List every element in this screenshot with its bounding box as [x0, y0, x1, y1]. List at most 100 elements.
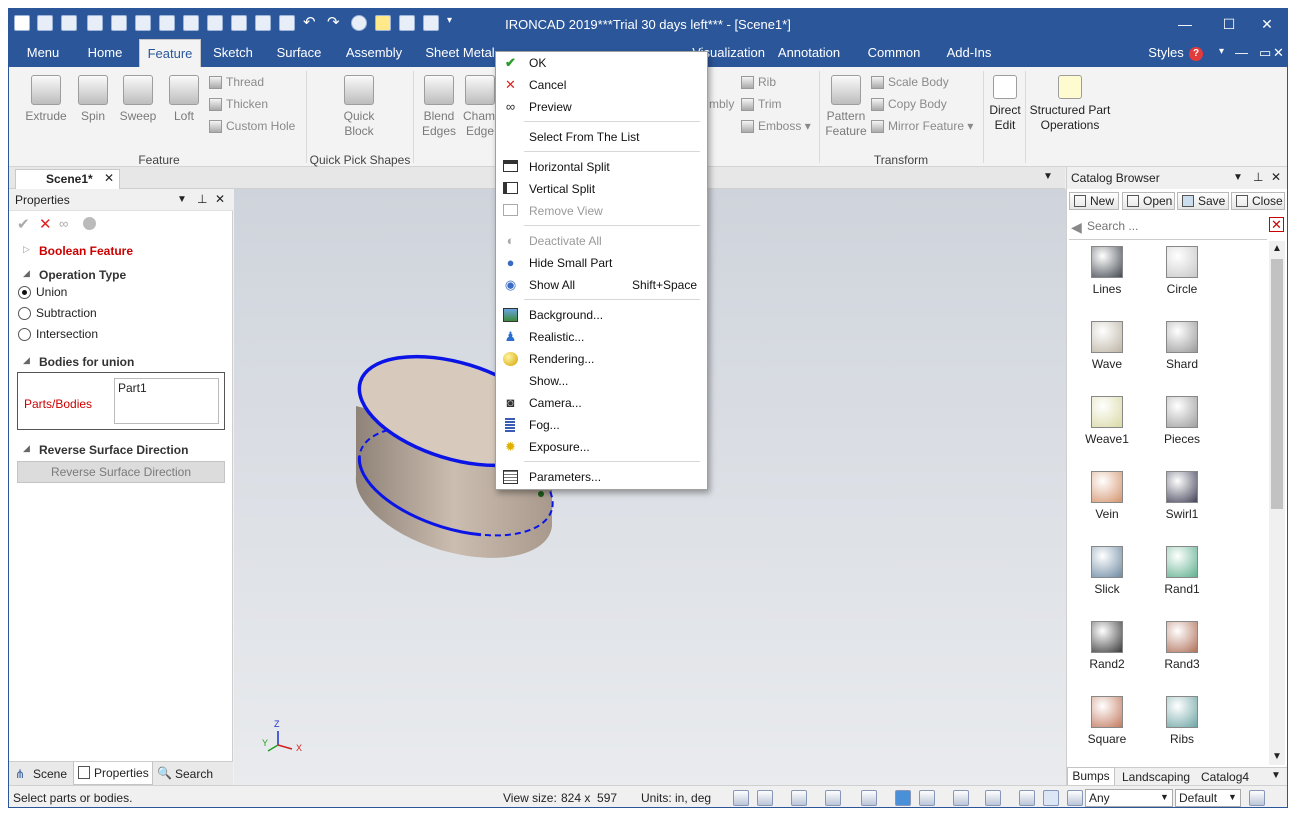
subtraction-radio[interactable]	[18, 307, 31, 320]
tab-common[interactable]: Common	[861, 39, 927, 67]
menu-item-rendering[interactable]: Rendering...	[496, 348, 707, 370]
scene-panel-tab[interactable]: Scene	[33, 767, 67, 781]
union-label[interactable]: Union	[36, 285, 67, 299]
intersection-label[interactable]: Intersection	[36, 327, 98, 341]
scroll-up-icon[interactable]: ▲	[1272, 243, 1282, 254]
menu-item-select-from-list[interactable]: Select From The List	[496, 126, 707, 148]
ghost-icon[interactable]	[83, 217, 96, 230]
catalog-item[interactable]: Shard	[1152, 321, 1212, 371]
zoom-icon[interactable]	[757, 790, 773, 806]
catalog-close-button[interactable]: Close	[1231, 192, 1285, 210]
pointer-back-icon[interactable]	[1019, 790, 1035, 806]
help-icon[interactable]: ?	[1189, 47, 1203, 61]
tab-feature[interactable]: Feature	[139, 39, 201, 67]
styles-menu[interactable]: Styles	[1141, 39, 1191, 67]
back-arrow-icon[interactable]: ◀	[1071, 219, 1082, 236]
clear-search-icon[interactable]: ✕	[1269, 217, 1284, 232]
thread-button[interactable]: Thread	[209, 73, 264, 91]
scene-document-tab[interactable]: Scene1* ✕	[15, 169, 120, 189]
pin-icon[interactable]: ⊥	[1253, 170, 1263, 184]
panel-menu-icon[interactable]: ▼	[177, 194, 187, 205]
quick-block-button[interactable]: Quick Block	[329, 75, 389, 139]
catalog-open-button[interactable]: Open	[1122, 192, 1175, 210]
preview-glasses-icon[interactable]: ∞	[59, 216, 68, 231]
render-mode-icon[interactable]	[985, 790, 1001, 806]
standard-view-icon[interactable]	[825, 790, 841, 806]
catalog-search-input[interactable]	[1087, 217, 1267, 235]
extrude-button[interactable]: Extrude	[21, 75, 71, 124]
mirror-feature-button[interactable]: Mirror Feature ▾	[871, 117, 973, 135]
mode-select[interactable]: Default ▼	[1175, 789, 1241, 807]
catalog-menu-icon[interactable]: ▼	[1233, 172, 1243, 183]
view-orient-icon[interactable]	[791, 790, 807, 806]
catalog-item[interactable]: Rand2	[1077, 621, 1137, 671]
intersection-radio[interactable]	[18, 328, 31, 341]
collapse-arrow-icon[interactable]: ◢	[23, 443, 30, 454]
bumps-tab[interactable]: Bumps	[1067, 767, 1115, 786]
catalog-item[interactable]: Circle	[1152, 246, 1212, 296]
close-catalog-icon[interactable]: ✕	[1271, 170, 1281, 184]
menu-item-show-all[interactable]: ◉ Show All Shift+Space	[496, 274, 707, 296]
cancel-x-icon[interactable]: ✕	[39, 215, 52, 233]
catalog-item[interactable]: Pieces	[1152, 396, 1212, 446]
menu-item-remove-view[interactable]: Remove View	[496, 200, 707, 222]
scroll-down-icon[interactable]: ▼	[1272, 751, 1282, 762]
close-tab-icon[interactable]: ✕	[104, 171, 114, 185]
menu-item-exposure[interactable]: ✹ Exposure...	[496, 436, 707, 458]
catalog-item[interactable]: Vein	[1077, 471, 1137, 521]
pin-icon[interactable]: ⊥	[197, 192, 207, 206]
menu-item-cancel[interactable]: ✕ Cancel	[496, 74, 707, 96]
glasses-view-icon[interactable]	[919, 790, 935, 806]
select-filter-icon[interactable]	[1067, 790, 1083, 806]
menu-item-hide-small-part[interactable]: ● Hide Small Part	[496, 252, 707, 274]
scale-body-button[interactable]: Scale Body	[871, 73, 949, 91]
rib-button[interactable]: Rib	[741, 73, 776, 91]
tab-menu[interactable]: Menu	[14, 39, 72, 67]
direct-edit-button[interactable]: Direct Edit	[987, 75, 1023, 133]
catalog-item[interactable]: Square	[1077, 696, 1137, 746]
menu-item-camera[interactable]: ◙ Camera...	[496, 392, 707, 414]
catalog-item[interactable]: Wave	[1077, 321, 1137, 371]
catalog-scrollbar[interactable]: ▲ ▼	[1269, 241, 1285, 765]
emboss-button[interactable]: Emboss ▾	[741, 117, 811, 135]
catalog-item[interactable]: Rand1	[1152, 546, 1212, 596]
tab-sketch[interactable]: Sketch	[205, 39, 261, 67]
catalog-new-button[interactable]: New	[1069, 192, 1119, 210]
shaded-view-icon[interactable]	[895, 790, 911, 806]
menu-item-horizontal-split[interactable]: Horizontal Split	[496, 156, 707, 178]
menu-item-preview[interactable]: ∞ Preview	[496, 96, 707, 118]
minimize-button[interactable]: —	[1163, 9, 1207, 39]
structured-part-button[interactable]: Structured Part Operations	[1029, 75, 1111, 133]
custom-hole-button[interactable]: Custom Hole	[209, 117, 295, 135]
copy-body-button[interactable]: Copy Body	[871, 95, 947, 113]
spin-button[interactable]: Spin	[71, 75, 115, 124]
catalog-item[interactable]: Rand3	[1152, 621, 1212, 671]
menu-item-ok[interactable]: ✔ OK	[496, 52, 707, 74]
reverse-surface-button[interactable]: Reverse Surface Direction	[17, 461, 225, 483]
tab-home[interactable]: Home	[75, 39, 135, 67]
tab-add-ins[interactable]: Add-Ins	[939, 39, 999, 67]
tab-surface[interactable]: Surface	[267, 39, 331, 67]
more-tabs-icon[interactable]: ▼	[1271, 770, 1281, 781]
boolean-feature-header[interactable]: Boolean Feature	[39, 244, 133, 258]
parts-list[interactable]: Part1	[114, 378, 219, 424]
ribbon-minimize-icon[interactable]: —	[1235, 45, 1248, 60]
filter-select[interactable]: Any ▼	[1085, 789, 1173, 807]
tab-sheet-metal[interactable]: Sheet Metal	[417, 39, 503, 67]
catalog-item[interactable]: Slick	[1077, 546, 1137, 596]
select-cursor-icon[interactable]	[1043, 790, 1059, 806]
scroll-thumb[interactable]	[1271, 259, 1283, 509]
chamfer-edges-button[interactable]: Chamf Edge	[463, 75, 497, 139]
menu-item-background[interactable]: Background...	[496, 304, 707, 326]
trim-button[interactable]: Trim	[741, 95, 782, 113]
blend-edges-button[interactable]: Blend Edges	[419, 75, 459, 139]
parts-list-item[interactable]: Part1	[118, 381, 147, 395]
subtraction-label[interactable]: Subtraction	[36, 306, 97, 320]
assembly-button[interactable]: mbly	[709, 95, 737, 113]
menu-item-show[interactable]: Show...	[496, 370, 707, 392]
close-window-button[interactable]: ✕	[1245, 9, 1287, 39]
tab-list-arrow-icon[interactable]: ▼	[1043, 171, 1053, 182]
properties-panel-tab[interactable]: Properties	[73, 762, 153, 785]
tab-annotation[interactable]: Annotation	[771, 39, 847, 67]
zoom-fit-icon[interactable]	[733, 790, 749, 806]
